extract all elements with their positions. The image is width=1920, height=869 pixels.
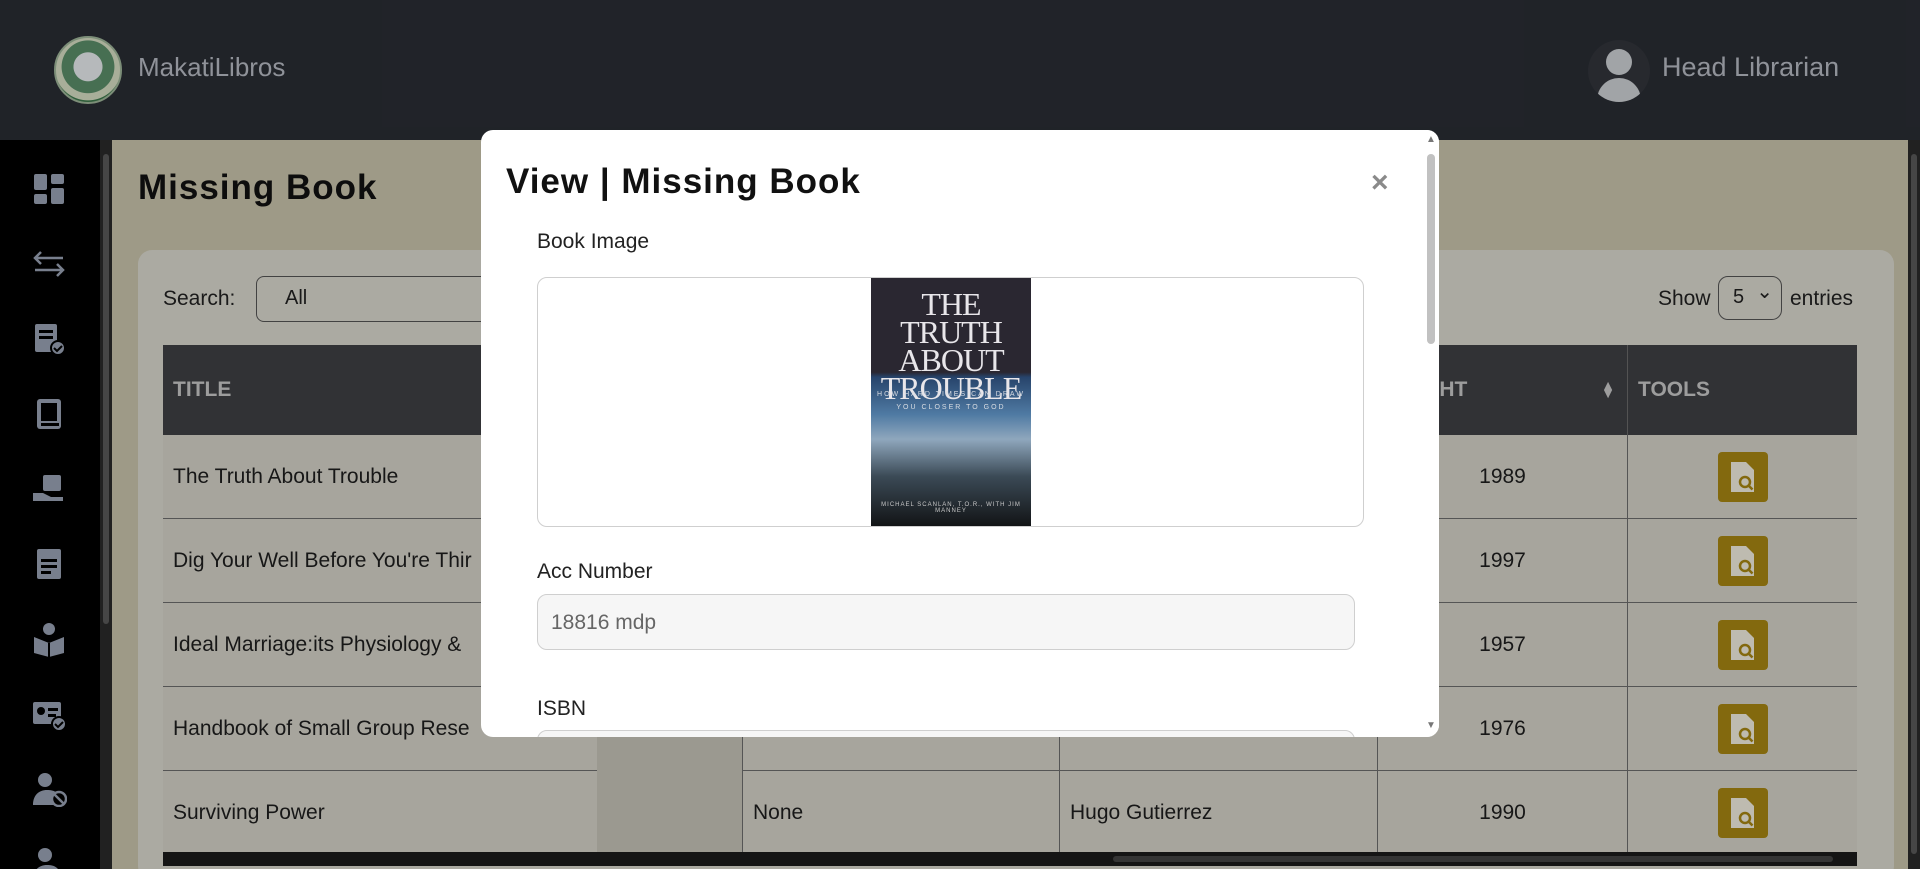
acc-number-label: Acc Number (537, 560, 653, 583)
cover-author: MICHAEL SCANLAN, T.O.R., WITH JIM MANNEY (881, 502, 1021, 514)
book-cover-image: THE TRUTH ABOUT TROUBLE HOW HARD TIMES C… (871, 278, 1031, 526)
book-image-frame: THE TRUTH ABOUT TROUBLE HOW HARD TIMES C… (537, 277, 1364, 527)
cover-title: THE TRUTH ABOUT TROUBLE (880, 286, 1023, 406)
modal-title: View | Missing Book (506, 162, 861, 201)
isbn-field[interactable] (537, 730, 1355, 737)
view-missing-book-modal: View | Missing Book × Book Image THE TRU… (481, 130, 1439, 737)
cover-subtitle: HOW HARD TIMES CAN DRAW YOU CLOSER TO GO… (877, 391, 1025, 411)
isbn-label: ISBN (537, 697, 587, 720)
close-icon[interactable]: × (1371, 166, 1389, 200)
scroll-down-arrow-icon[interactable]: ▼ (1426, 720, 1436, 731)
scroll-up-arrow-icon[interactable]: ▲ (1426, 134, 1436, 145)
acc-number-field[interactable]: 18816 mdp (537, 594, 1355, 650)
book-image-label: Book Image (537, 230, 650, 253)
modal-scroll-thumb[interactable] (1427, 154, 1435, 344)
modal-scrollbar[interactable]: ▲ ▼ (1422, 130, 1439, 737)
